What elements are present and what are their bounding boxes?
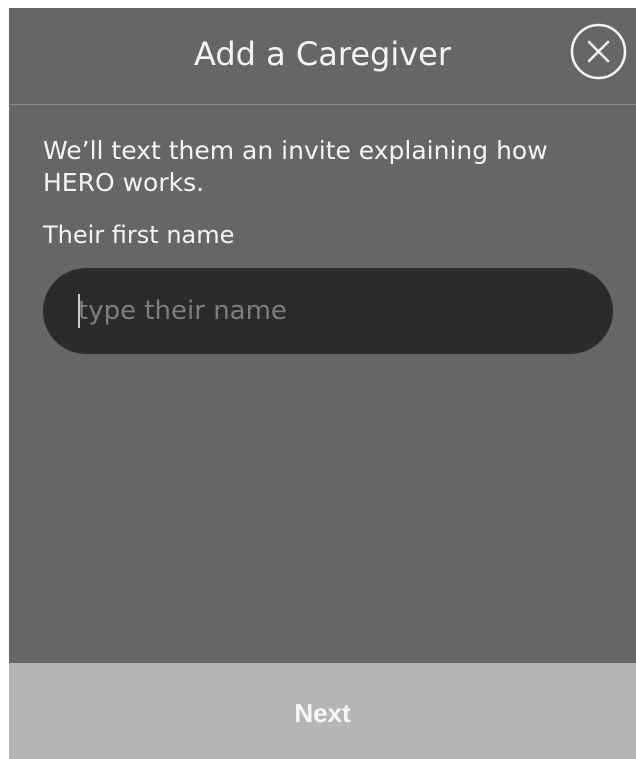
close-button[interactable] bbox=[570, 23, 627, 80]
page-title: Add a Caregiver bbox=[194, 35, 451, 73]
first-name-label: Their first name bbox=[43, 221, 235, 249]
add-caregiver-screen: Add a Caregiver We’ll text them an invit… bbox=[9, 8, 636, 759]
first-name-input[interactable] bbox=[43, 268, 613, 354]
invite-description: We’ll text them an invite explaining how… bbox=[43, 136, 548, 197]
next-button-label: Next bbox=[294, 698, 351, 728]
text-cursor bbox=[78, 294, 80, 328]
header-bar: Add a Caregiver bbox=[9, 8, 636, 105]
close-circle-icon bbox=[570, 23, 627, 80]
first-name-field[interactable] bbox=[43, 268, 613, 354]
next-button[interactable]: Next bbox=[9, 663, 636, 759]
